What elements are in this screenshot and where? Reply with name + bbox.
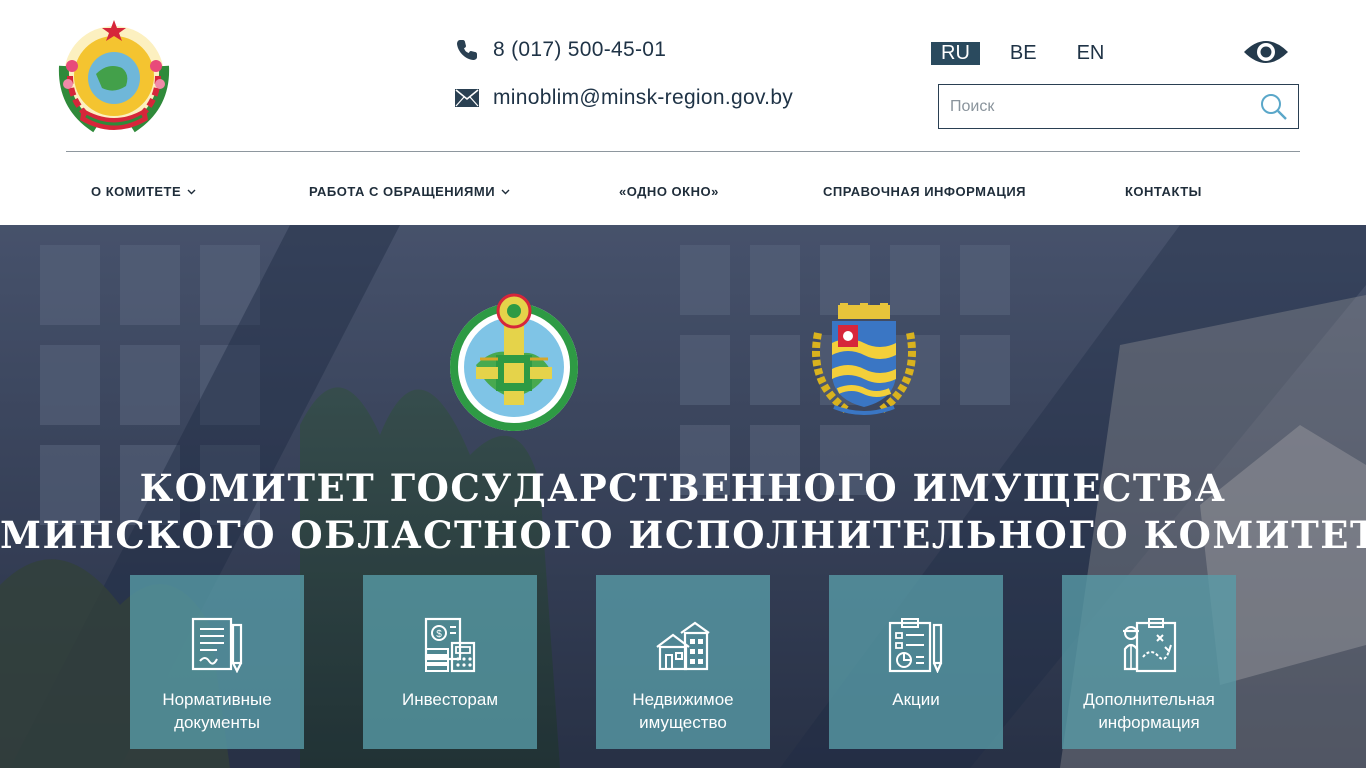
search-icon[interactable] bbox=[1260, 93, 1288, 121]
title-line-1: КОМИТЕТ ГОСУДАРСТВЕННОГО ИМУЩЕСТВА bbox=[139, 466, 1227, 510]
state-emblem-icon[interactable] bbox=[56, 16, 172, 134]
tile-label: Недвижимое имущество bbox=[632, 690, 734, 732]
shares-icon bbox=[888, 618, 943, 673]
tile-shares[interactable]: Акции bbox=[829, 575, 1003, 749]
nav-item-about[interactable]: О КОМИТЕТЕ bbox=[91, 184, 196, 199]
investors-icon: $ bbox=[424, 617, 476, 673]
real-estate-icon bbox=[656, 621, 710, 671]
tile-normative-documents[interactable]: Нормативные документы bbox=[130, 575, 304, 749]
email-contact[interactable]: minoblim@minsk-region.gov.by bbox=[455, 86, 793, 110]
phone-contact[interactable]: 8 (017) 500-45-01 bbox=[455, 38, 666, 62]
nav-item-reference[interactable]: СПРАВОЧНАЯ ИНФОРМАЦИЯ bbox=[823, 184, 1026, 199]
minsk-region-coat-of-arms-icon bbox=[812, 303, 916, 415]
language-switcher: RU BE EN bbox=[931, 42, 1114, 65]
email-address[interactable]: minoblim@minsk-region.gov.by bbox=[493, 86, 793, 110]
phone-icon bbox=[455, 38, 479, 62]
tile-additional-info[interactable]: Дополнительная информация bbox=[1062, 575, 1236, 749]
nav-item-label: О КОМИТЕТЕ bbox=[91, 184, 182, 199]
nav-item-label: КОНТАКТЫ bbox=[1125, 184, 1202, 199]
tile-real-estate[interactable]: Недвижимое имущество bbox=[596, 575, 770, 749]
lang-be[interactable]: BE bbox=[1000, 42, 1047, 65]
document-icon bbox=[191, 617, 243, 673]
tile-label: Инвесторам bbox=[401, 690, 499, 709]
header-divider bbox=[66, 151, 1300, 152]
chevron-down-icon bbox=[187, 189, 196, 194]
search-box bbox=[938, 84, 1299, 129]
nav-item-one-window[interactable]: «ОДНО ОКНО» bbox=[619, 184, 719, 199]
chevron-down-icon bbox=[501, 189, 510, 194]
tile-label: Нормативные документы bbox=[162, 690, 272, 732]
nav-item-label: СПРАВОЧНАЯ ИНФОРМАЦИЯ bbox=[823, 184, 1027, 199]
additional-info-icon bbox=[1123, 618, 1177, 673]
lang-en[interactable]: EN bbox=[1067, 42, 1115, 65]
svg-text:$: $ bbox=[436, 629, 442, 640]
nav-item-label: РАБОТА С ОБРАЩЕНИЯМИ bbox=[309, 184, 496, 199]
nav-item-appeals[interactable]: РАБОТА С ОБРАЩЕНИЯМИ bbox=[309, 184, 510, 199]
tile-label: Акции bbox=[892, 690, 940, 709]
search-input[interactable] bbox=[939, 85, 1249, 128]
lang-ru[interactable]: RU bbox=[931, 42, 980, 65]
nav-item-label: «ОДНО ОКНО» bbox=[619, 184, 719, 199]
hero-banner: КОМИТЕТ ГОСУДАРСТВЕННОГО ИМУЩЕСТВА МИНСК… bbox=[0, 225, 1366, 768]
envelope-icon bbox=[455, 86, 479, 110]
phone-number[interactable]: 8 (017) 500-45-01 bbox=[493, 38, 666, 62]
nav-item-contacts[interactable]: КОНТАКТЫ bbox=[1125, 184, 1202, 199]
tile-label: Дополнительная информация bbox=[1083, 690, 1215, 732]
tile-investors[interactable]: $ Инвесторам bbox=[363, 575, 537, 749]
page-title: КОМИТЕТ ГОСУДАРСТВЕННОГО ИМУЩЕСТВА МИНСК… bbox=[0, 465, 1366, 559]
committee-seal-icon bbox=[450, 293, 578, 431]
site-header: 8 (017) 500-45-01 minoblim@minsk-region.… bbox=[0, 0, 1366, 225]
title-line-2: МИНСКОГО ОБЛАСТНОГО ИСПОЛНИТЕЛЬНОГО КОМИ… bbox=[0, 513, 1366, 557]
main-nav: О КОМИТЕТЕ РАБОТА С ОБРАЩЕНИЯМИ «ОДНО ОК… bbox=[0, 184, 1366, 202]
eye-icon[interactable] bbox=[1242, 36, 1290, 68]
